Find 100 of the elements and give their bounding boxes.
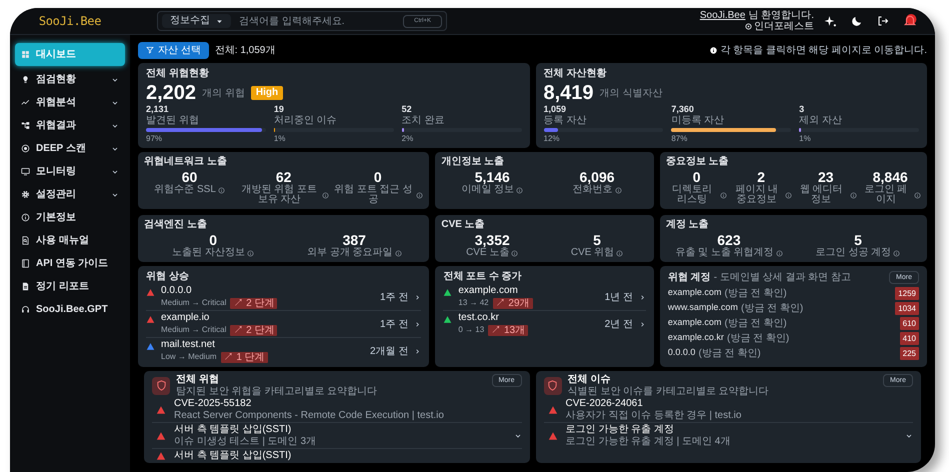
list-item[interactable]: example.com (방금 전 확인) 610 — [668, 316, 919, 330]
list-item[interactable]: example.co.kr (방금 전 확인) 410 — [668, 331, 919, 345]
list-item[interactable]: 0.0.0.0 Medium → Critical ↗ 2 단계 1주 전 — [146, 284, 422, 311]
warning-triangle-icon — [156, 404, 166, 414]
time-ago: 2년 전 — [604, 318, 633, 332]
stat-value[interactable]: 6,096 — [580, 169, 615, 185]
stat-value[interactable]: 623 — [717, 232, 741, 248]
list-item[interactable]: 로그인 가능한 유출 계정 로그인 가능한 유출 계정 | 도메인 4개 — [544, 423, 913, 448]
count-badge: 225 — [900, 346, 919, 360]
stat-label: 외부 공개 중요파일 — [307, 248, 393, 258]
change-text: Low → Medium — [161, 351, 217, 363]
total-unit: 개의 식별자산 — [600, 86, 662, 100]
moon-icon[interactable] — [851, 15, 863, 27]
count-badge: 410 — [900, 332, 919, 344]
stat-value[interactable]: 23 — [818, 169, 834, 185]
stat-value[interactable]: 387 — [342, 232, 366, 248]
warning-triangle-icon — [548, 430, 558, 440]
info-icon — [218, 186, 225, 194]
card-title: 검색엔진 노출 — [144, 219, 208, 231]
sidebar-item[interactable]: DEEP 스캔 — [15, 139, 125, 158]
stat-value[interactable]: 5,146 — [474, 169, 510, 185]
shield-icon — [547, 380, 558, 391]
info-icon — [246, 250, 254, 256]
time-ago: 1년 전 — [604, 290, 633, 304]
count-badge: 1034 — [895, 302, 919, 314]
scope-dropdown[interactable]: 정보수집 — [162, 14, 231, 28]
change-text: Medium → Critical — [161, 297, 226, 309]
info-icon — [720, 192, 728, 198]
stat-label: 로그인 페이지 — [863, 185, 908, 205]
time-ago: 1주 전 — [380, 290, 408, 304]
stat-value[interactable]: 0 — [374, 169, 382, 185]
target-icon — [21, 144, 30, 153]
stat-value[interactable]: 5 — [593, 232, 601, 248]
trend-line-icon — [21, 98, 30, 107]
list-item[interactable]: CVE-2026-24061 사용자가 직접 이슈 등록한 경우 | test.io — [544, 397, 913, 423]
item-detail: 로그인 가능한 유출 계정 | 도메인 4개 — [566, 436, 732, 447]
domain-name: 0.0.0.0 — [668, 346, 696, 360]
info-icon — [394, 250, 402, 256]
sidebar-item[interactable]: SooJi.Bee.GPT — [15, 300, 125, 319]
hint-text: 각 항목을 클릭하면 해당 페이지로 이동합니다. — [720, 44, 927, 58]
list-item[interactable]: www.sample.com (방금 전 확인) 1034 — [668, 301, 919, 315]
asset-total: 전체: 1,059개 — [214, 44, 276, 58]
user-name-link[interactable]: SooJi.Bee — [700, 10, 746, 21]
list-item[interactable]: 서버 측 템플릿 삽입(SSTI) 이슈 미생성 테스트 | 도메인 3개 — [152, 423, 522, 449]
stat-value[interactable]: 8,846 — [872, 169, 908, 185]
info-icon — [516, 186, 524, 194]
stat-label: 디렉토리 리스팅 — [671, 185, 714, 205]
chevron-right-icon — [638, 294, 646, 300]
sidebar-item[interactable]: 위협결과 — [15, 116, 125, 135]
increase-badge: ↗ 2 단계 — [230, 324, 278, 336]
stat-value[interactable]: 2 — [757, 169, 766, 185]
sidebar-item[interactable]: 사용 매뉴얼 — [15, 231, 125, 250]
metric-percent: 87% — [671, 134, 688, 144]
item-title: 로그인 가능한 유출 계정 — [566, 424, 675, 436]
sidebar-item[interactable]: 모니터링 — [15, 162, 125, 181]
sidebar-item[interactable]: 정기 리포트 — [15, 277, 125, 296]
sidebar-item[interactable]: 위협분석 — [15, 93, 125, 112]
sidebar-item[interactable]: 설정관리 — [15, 185, 125, 204]
list-item[interactable]: mail.test.net Low → Medium ↗ 1 단계 2개월 전 — [146, 338, 422, 364]
total-unit: 개의 위협 — [202, 86, 245, 100]
list-item[interactable]: test.co.kr 0 → 13 ↗ 13개 2년 전 — [443, 311, 646, 337]
info-icon — [893, 250, 900, 256]
sidebar-item[interactable]: API 연동 가이드 — [15, 254, 125, 273]
domain-name: example.co.kr — [668, 331, 724, 344]
lightbulb-icon — [21, 75, 30, 84]
stat-value[interactable]: 5 — [854, 232, 862, 248]
metric-percent: 1% — [799, 134, 812, 144]
info-icon — [914, 192, 922, 198]
metric-label: 제외 자산 — [799, 115, 843, 126]
item-title: 서버 측 템플릿 삽입(SSTI) — [174, 424, 292, 436]
stat-value[interactable]: 0 — [692, 169, 701, 185]
stat-value[interactable]: 62 — [276, 169, 292, 185]
asset-select-button[interactable]: 자산 선택 — [138, 42, 209, 58]
bell-icon[interactable] — [903, 14, 917, 28]
stat-value[interactable]: 3,352 — [474, 232, 510, 248]
metric-label: 처리중인 이슈 — [274, 115, 338, 126]
metric-percent: 12% — [544, 134, 561, 144]
organization-name: 인더포레스트 — [754, 21, 814, 32]
time-ago: 1주 전 — [380, 318, 408, 332]
list-item[interactable]: example.io Medium → Critical ↗ 2 단계 1주 전 — [146, 311, 422, 338]
sidebar-item[interactable]: 점검현황 — [15, 70, 125, 89]
change-text: Medium → Critical — [161, 324, 226, 336]
metric-label: 미등록 자산 — [671, 115, 726, 126]
sidebar-item[interactable]: 기본정보 — [15, 208, 125, 227]
metric-value: 7,360 — [671, 104, 695, 115]
list-item[interactable]: 0.0.0.0 (방금 전 확인) 225 — [668, 346, 919, 360]
item-detail: 이슈 미생성 테스트 | 도메인 3개 — [174, 436, 318, 447]
list-item[interactable]: CVE-2025-55182 React Server Components - Remote Code Execution | test.io — [152, 397, 522, 423]
organization-icon — [745, 23, 752, 30]
stat-value[interactable]: 0 — [209, 232, 217, 248]
target-name: example.io — [161, 312, 210, 324]
domain-name: www.sample.com — [668, 301, 738, 314]
sparkle-icon[interactable] — [824, 14, 837, 28]
logout-icon[interactable] — [877, 15, 889, 27]
increase-badge: ↗ 29개 — [492, 298, 533, 308]
list-item[interactable]: example.com (방금 전 확인) 1259 — [668, 286, 919, 300]
list-item[interactable]: 서버 측 템플릿 삽입(SSTI) — [152, 449, 522, 463]
metric-label: 발견된 위협 — [146, 115, 200, 126]
list-item[interactable]: example.com 13 → 42 ↗ 29개 1년 전 — [443, 284, 646, 311]
stat-value[interactable]: 60 — [182, 169, 198, 185]
